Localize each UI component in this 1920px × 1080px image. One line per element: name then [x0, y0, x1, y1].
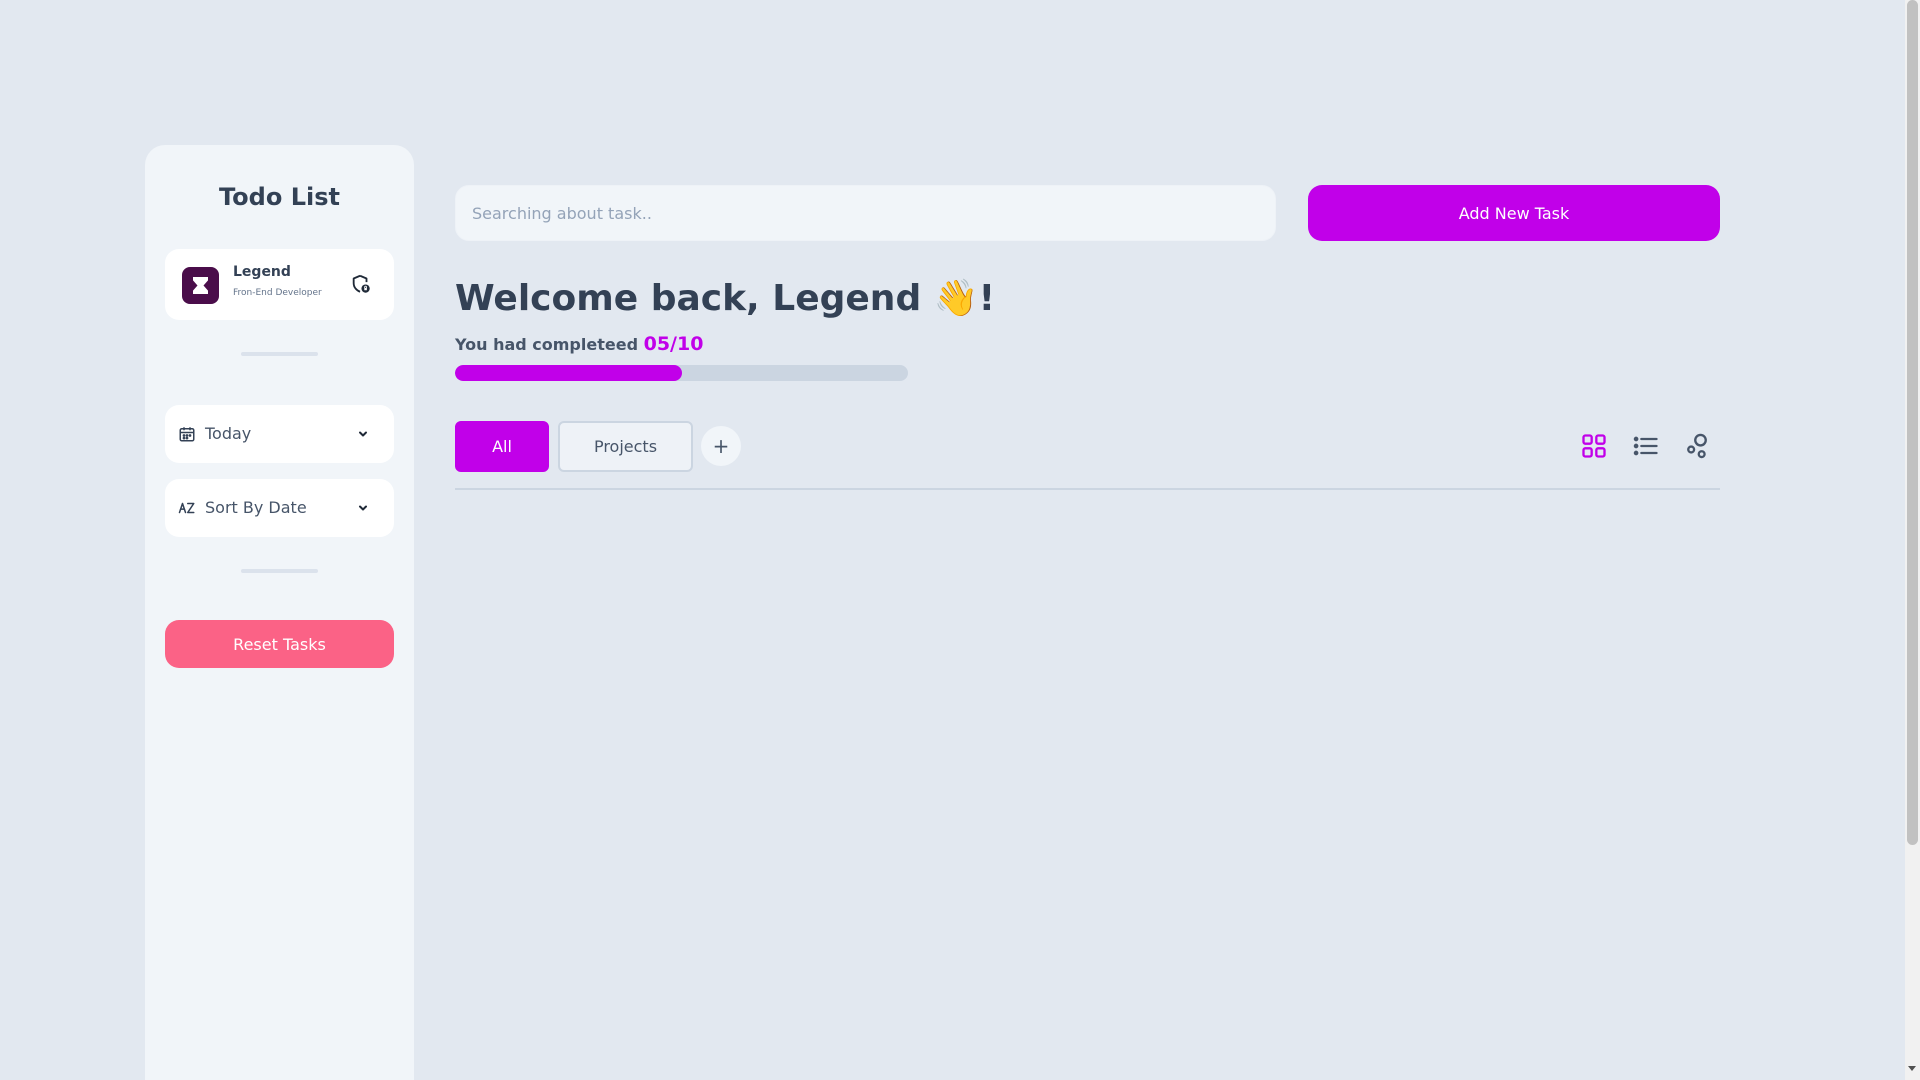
welcome-heading: Welcome back, Legend 👋!	[455, 278, 995, 319]
tab-all[interactable]: All	[455, 421, 549, 472]
grid-view-button[interactable]	[1580, 432, 1608, 460]
progress-fill	[455, 365, 682, 381]
shapes-view-icon	[1687, 433, 1707, 459]
calendar-icon	[179, 427, 195, 442]
add-tab-button[interactable]: +	[701, 426, 741, 466]
chevron-down-icon	[359, 431, 367, 437]
scrollbar-thumb[interactable]	[1907, 0, 1918, 845]
content-divider	[455, 488, 1720, 490]
reset-tasks-button[interactable]: Reset Tasks	[165, 620, 394, 668]
search-input[interactable]	[455, 185, 1276, 241]
sort-label: Sort By Date	[205, 498, 307, 517]
completed-label: You had completeed	[455, 335, 639, 354]
sidebar-divider	[241, 569, 318, 573]
sidebar-divider	[241, 352, 318, 356]
profile-role: Fron-End Developer	[233, 288, 322, 298]
progress-bar	[455, 365, 908, 381]
page-scrollbar[interactable]	[1905, 0, 1920, 1080]
scroll-down-arrow-icon[interactable]	[1908, 1066, 1916, 1071]
app-title: Todo List	[219, 183, 340, 211]
tab-projects[interactable]: Projects	[558, 421, 693, 472]
add-new-task-button[interactable]: Add New Task	[1308, 185, 1720, 241]
date-filter-select[interactable]: Today	[165, 405, 394, 463]
date-filter-label: Today	[205, 424, 252, 443]
completed-count: 05/10	[643, 333, 704, 355]
sidebar: Todo List Legend Fron-End Developer Toda…	[145, 145, 414, 1080]
profile-name: Legend	[233, 264, 291, 280]
shapes-view-button[interactable]	[1683, 432, 1711, 460]
list-view-icon	[1633, 436, 1658, 456]
completed-status: You had completeed 05/10	[455, 333, 703, 355]
sort-az-icon	[178, 502, 195, 514]
grid-view-icon	[1582, 434, 1606, 458]
chevron-down-icon	[359, 505, 367, 511]
avatar	[182, 267, 219, 304]
profile-card: Legend Fron-End Developer	[165, 249, 394, 320]
list-view-button[interactable]	[1632, 432, 1660, 460]
sort-select[interactable]: Sort By Date	[165, 479, 394, 537]
shield-lock-icon[interactable]	[350, 273, 372, 295]
